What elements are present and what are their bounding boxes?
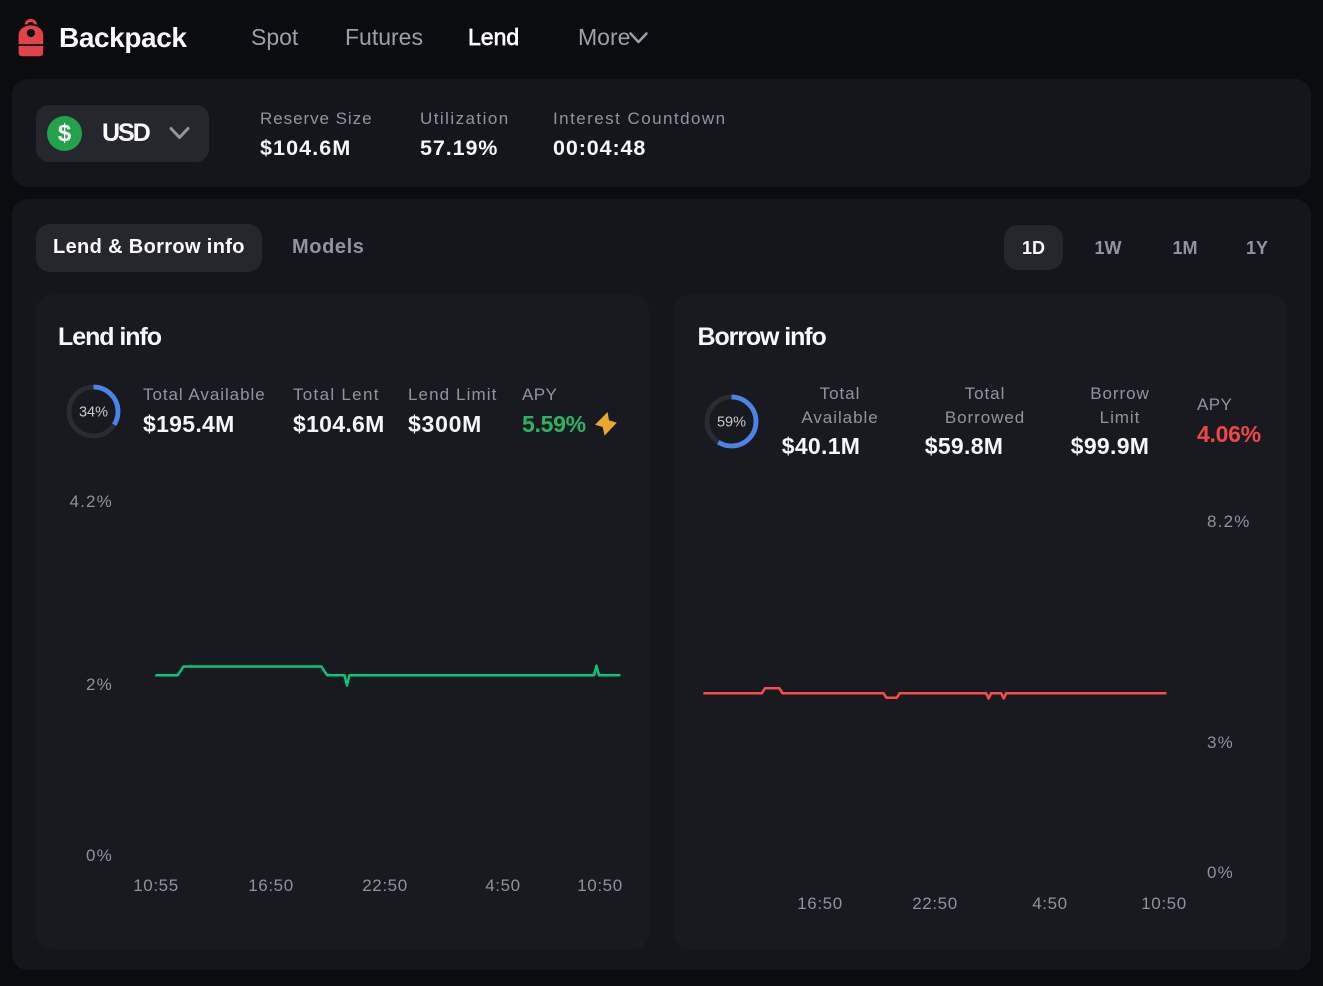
svg-text:2%: 2%	[86, 675, 113, 694]
svg-text:22:50: 22:50	[362, 876, 408, 895]
svg-text:0%: 0%	[86, 846, 113, 865]
svg-text:0%: 0%	[1207, 863, 1234, 882]
svg-text:10:50: 10:50	[1141, 894, 1187, 913]
svg-text:4:50: 4:50	[1032, 894, 1068, 913]
svg-text:4.2%: 4.2%	[69, 492, 113, 511]
svg-text:8.2%: 8.2%	[1207, 512, 1251, 531]
svg-text:10:50: 10:50	[577, 876, 623, 895]
svg-text:16:50: 16:50	[797, 894, 843, 913]
svg-text:3%: 3%	[1207, 733, 1234, 752]
svg-text:22:50: 22:50	[912, 894, 958, 913]
svg-text:16:50: 16:50	[248, 876, 294, 895]
svg-text:10:55: 10:55	[133, 876, 179, 895]
svg-text:4:50: 4:50	[485, 876, 521, 895]
